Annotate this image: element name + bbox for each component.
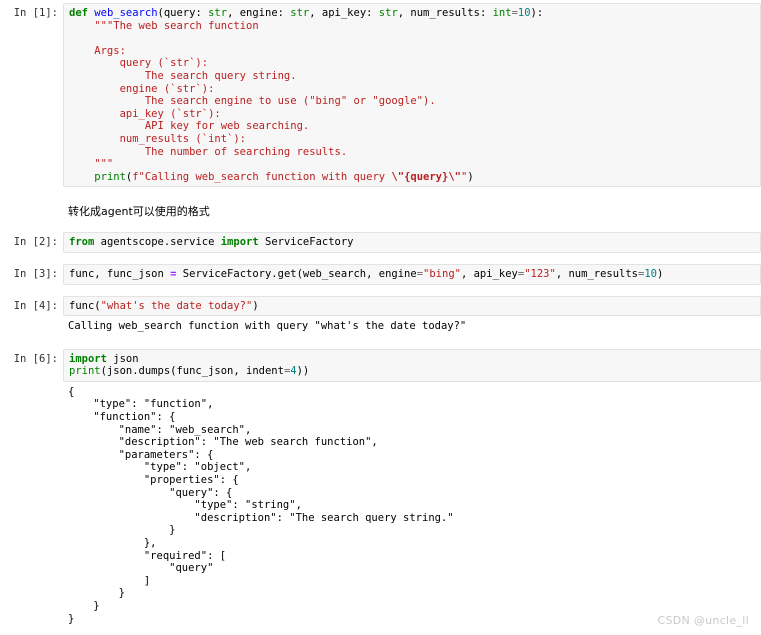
markdown-body[interactable]: 转化成agent可以使用的格式 xyxy=(63,198,761,226)
code-source-in-2: from agentscope.service import ServiceFa… xyxy=(69,236,354,249)
watermark-label: CSDN @uncle_ll xyxy=(657,614,749,627)
code-source-in-6: import json print(json.dumps(func_json, … xyxy=(69,352,310,378)
notebook-container: In [1]: def web_search(query: str, engin… xyxy=(0,0,761,627)
code-source-in-3: func, func_json = ServiceFactory.get(web… xyxy=(69,267,664,280)
code-input-in-2[interactable]: from agentscope.service import ServiceFa… xyxy=(63,232,761,253)
notebook-cell-in-6[interactable]: In [6]: import json print(json.dumps(fun… xyxy=(0,348,761,382)
markdown-text: 转化成agent可以使用的格式 xyxy=(68,205,210,219)
code-source-in-1: def web_search(query: str, engine: str, … xyxy=(69,7,544,183)
output-text-in-6: { "type": "function", "function": { "nam… xyxy=(68,385,454,625)
notebook-cell-markdown[interactable]: 转化成agent可以使用的格式 xyxy=(0,198,761,226)
output-text-in-4: Calling web_search function with query "… xyxy=(68,320,467,333)
cell-prompt-in-4: In [4]: xyxy=(13,299,58,312)
output-body-in-4: Calling web_search function with query "… xyxy=(63,316,761,335)
output-prompt-in-4 xyxy=(0,316,63,320)
notebook-cell-in-2[interactable]: In [2]: from agentscope.service import S… xyxy=(0,232,761,253)
code-input-in-3[interactable]: func, func_json = ServiceFactory.get(web… xyxy=(63,263,761,285)
cell-prompt-markdown xyxy=(0,198,63,202)
cell-prompt-in-3: In [3]: xyxy=(13,267,58,280)
notebook-output-in-4: Calling web_search function with query "… xyxy=(0,316,761,335)
notebook-cell-in-4[interactable]: In [4]: func("what's the date today?") xyxy=(0,295,761,317)
code-input-in-1[interactable]: def web_search(query: str, engine: str, … xyxy=(63,3,761,188)
cell-prompt-in-1: In [1]: xyxy=(13,7,58,19)
cell-prompt-in-2: In [2]: xyxy=(13,236,58,249)
cell-prompt-in-6: In [6]: xyxy=(13,352,58,365)
code-source-in-4: func("what's the date today?") xyxy=(69,299,259,312)
code-input-in-6[interactable]: import json print(json.dumps(func_json, … xyxy=(63,348,761,382)
notebook-cell-in-3[interactable]: In [3]: func, func_json = ServiceFactory… xyxy=(0,263,761,285)
output-prompt-in-6 xyxy=(0,382,63,386)
notebook-output-in-6: { "type": "function", "function": { "nam… xyxy=(0,382,761,627)
notebook-cell-in-1[interactable]: In [1]: def web_search(query: str, engin… xyxy=(0,3,761,188)
code-input-in-4[interactable]: func("what's the date today?") xyxy=(63,295,761,317)
output-body-in-6: { "type": "function", "function": { "nam… xyxy=(63,382,761,627)
